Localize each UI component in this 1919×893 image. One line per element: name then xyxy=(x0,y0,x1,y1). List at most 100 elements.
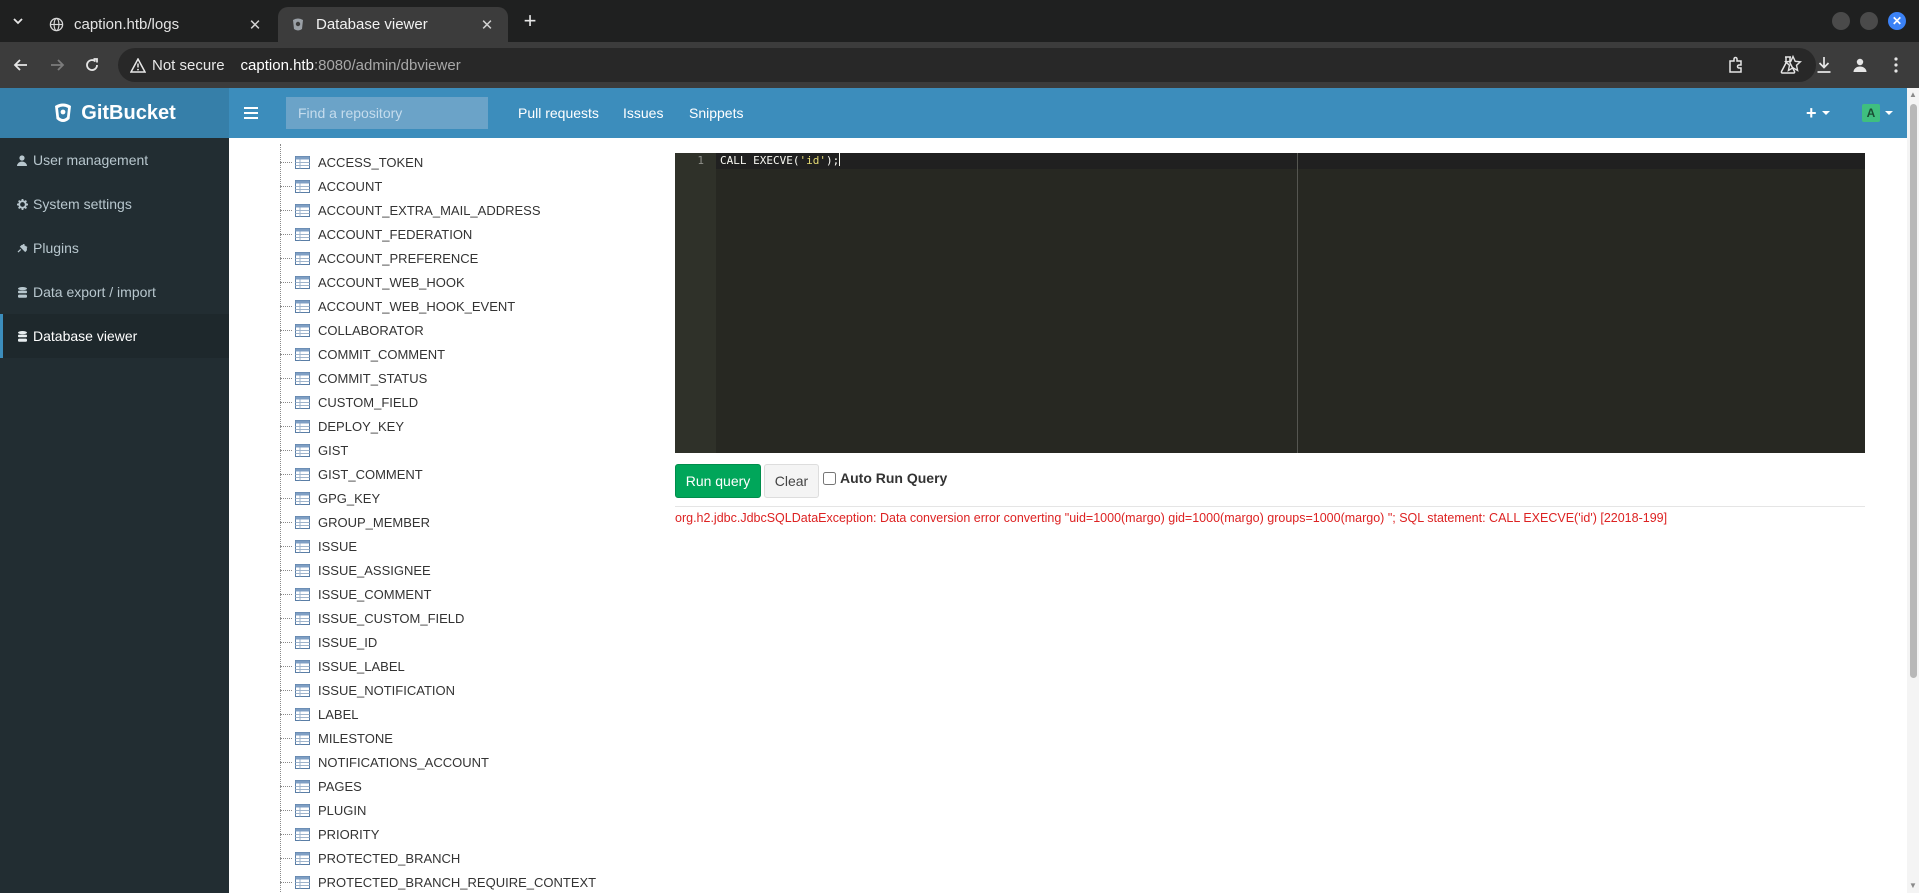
tree-item-table[interactable]: PAGES xyxy=(280,774,660,798)
table-icon xyxy=(295,491,310,505)
tree-item-table[interactable]: ACCESS_TOKEN xyxy=(280,150,660,174)
download-icon[interactable] xyxy=(1812,53,1836,77)
tree-connector xyxy=(280,713,292,715)
tree-item-label: ISSUE xyxy=(318,538,358,554)
maximize-window-button[interactable] xyxy=(1860,12,1878,30)
minimize-window-button[interactable] xyxy=(1832,12,1850,30)
tree-item-table[interactable]: PROTECTED_BRANCH xyxy=(280,846,660,870)
nav-link-issues[interactable]: Issues xyxy=(623,88,663,138)
tree-item-table[interactable]: GIST_COMMENT xyxy=(280,462,660,486)
auto-run-checkbox[interactable] xyxy=(823,471,836,485)
tree-item-table[interactable]: COMMIT_STATUS xyxy=(280,366,660,390)
code-line[interactable]: CALL EXECVE('id'); xyxy=(720,153,841,169)
tree-item-table[interactable]: ACCOUNT_PREFERENCE xyxy=(280,246,660,270)
sidebar-item-database-viewer[interactable]: Database viewer xyxy=(0,314,229,358)
flask-icon[interactable] xyxy=(1776,53,1800,77)
sidebar-item-data-export-import[interactable]: Data export / import xyxy=(0,270,229,314)
tree-item-label: PROTECTED_BRANCH xyxy=(318,850,461,866)
sidebar-item-label: Plugins xyxy=(33,240,79,256)
tree-item-table[interactable]: NOTIFICATIONS_ACCOUNT xyxy=(280,750,660,774)
database-icon xyxy=(16,286,28,298)
kebab-menu-icon[interactable] xyxy=(1884,53,1908,77)
clear-button[interactable]: Clear xyxy=(764,464,819,498)
tree-connector xyxy=(280,401,292,403)
browser-tab-logs[interactable]: caption.htb/logs ✕ xyxy=(36,7,276,42)
reload-icon[interactable] xyxy=(80,53,104,77)
tree-item-table[interactable]: LABEL xyxy=(280,702,660,726)
tree-connector xyxy=(280,593,292,595)
sidebar-item-system-settings[interactable]: System settings xyxy=(0,182,229,226)
tree-item-label: COMMIT_COMMENT xyxy=(318,346,446,362)
user-menu-dropdown[interactable]: A xyxy=(1862,102,1893,124)
nav-link-snippets[interactable]: Snippets xyxy=(689,88,743,138)
scroll-up-arrow-icon[interactable]: ▲ xyxy=(1909,91,1917,99)
tree-item-table[interactable]: PRIORITY xyxy=(280,822,660,846)
tree-item-label: ISSUE_ASSIGNEE xyxy=(318,562,431,578)
address-bar[interactable]: Not secure caption.htb:8080/admin/dbview… xyxy=(118,48,1816,82)
close-icon[interactable]: ✕ xyxy=(246,16,264,34)
scrollbar-thumb[interactable] xyxy=(1910,104,1917,678)
tree-item-table[interactable]: ISSUE_NOTIFICATION xyxy=(280,678,660,702)
back-arrow-icon[interactable] xyxy=(9,53,33,77)
tab-search-button[interactable] xyxy=(5,10,31,32)
tree-item-table[interactable]: ISSUE_CUSTOM_FIELD xyxy=(280,606,660,630)
new-tab-plus-icon[interactable]: + xyxy=(518,8,542,33)
auto-run-query-toggle[interactable]: Auto Run Query xyxy=(823,469,947,487)
table-icon xyxy=(295,299,310,313)
close-window-button[interactable]: ✕ xyxy=(1888,12,1906,30)
sidebar-item-plugins[interactable]: Plugins xyxy=(0,226,229,270)
tree-item-table[interactable]: GPG_KEY xyxy=(280,486,660,510)
browser-tab-database-viewer[interactable]: Database viewer ✕ xyxy=(278,7,508,42)
table-icon xyxy=(295,203,310,217)
tree-item-table[interactable]: MILESTONE xyxy=(280,726,660,750)
tree-item-table[interactable]: ISSUE_ID xyxy=(280,630,660,654)
tree-item-table[interactable]: ACCOUNT xyxy=(280,174,660,198)
tree-item-table[interactable]: ACCOUNT_FEDERATION xyxy=(280,222,660,246)
profile-icon[interactable] xyxy=(1848,53,1872,77)
browser-toolbar: Not secure caption.htb:8080/admin/dbview… xyxy=(0,42,1919,88)
tree-item-label: ACCOUNT_WEB_HOOK xyxy=(318,274,465,290)
tree-item-label: CUSTOM_FIELD xyxy=(318,394,419,410)
hamburger-menu-icon[interactable] xyxy=(240,102,262,124)
tree-item-table[interactable]: PROTECTED_BRANCH_REQUIRE_CONTEXT xyxy=(280,870,660,893)
tree-item-label: GIST_COMMENT xyxy=(318,466,423,482)
tree-item-table[interactable]: ACCOUNT_WEB_HOOK xyxy=(280,270,660,294)
tree-item-table[interactable]: COMMIT_COMMENT xyxy=(280,342,660,366)
tree-item-table[interactable]: ISSUE_LABEL xyxy=(280,654,660,678)
repository-search-input[interactable] xyxy=(286,97,488,129)
extensions-icon[interactable] xyxy=(1724,53,1748,77)
nav-link-pull-requests[interactable]: Pull requests xyxy=(518,88,599,138)
active-line-highlight xyxy=(716,153,1865,169)
tree-item-table[interactable]: ISSUE xyxy=(280,534,660,558)
page-scrollbar[interactable]: ▲ ▼ xyxy=(1907,88,1919,893)
tree-item-table[interactable]: ISSUE_COMMENT xyxy=(280,582,660,606)
tree-item-table[interactable]: ACCOUNT_WEB_HOOK_EVENT xyxy=(280,294,660,318)
close-icon[interactable]: ✕ xyxy=(478,16,496,34)
create-new-dropdown[interactable]: + xyxy=(1806,102,1830,124)
sidebar-item-user-management[interactable]: User management xyxy=(0,138,229,182)
brand-link[interactable]: GitBucket xyxy=(0,88,229,138)
tree-item-table[interactable]: ISSUE_ASSIGNEE xyxy=(280,558,660,582)
sql-editor[interactable]: 1 CALL EXECVE('id'); xyxy=(675,153,1865,453)
tree-item-table[interactable]: COLLABORATOR xyxy=(280,318,660,342)
tree-item-table[interactable]: GROUP_MEMBER xyxy=(280,510,660,534)
tree-connector xyxy=(280,689,292,691)
tree-connector xyxy=(280,233,292,235)
security-indicator[interactable]: Not secure xyxy=(130,57,225,74)
tree-item-table[interactable]: PLUGIN xyxy=(280,798,660,822)
tree-item-table[interactable]: ACCOUNT_EXTRA_MAIL_ADDRESS xyxy=(280,198,660,222)
tree-item-table[interactable]: GIST xyxy=(280,438,660,462)
text-cursor xyxy=(839,153,841,166)
print-margin xyxy=(1297,153,1298,453)
tree-item-label: ACCESS_TOKEN xyxy=(318,154,424,170)
table-icon xyxy=(295,683,310,697)
run-query-button[interactable]: Run query xyxy=(675,464,761,498)
tree-item-label: GROUP_MEMBER xyxy=(318,514,430,530)
tree-item-table[interactable]: DEPLOY_KEY xyxy=(280,414,660,438)
warning-triangle-icon xyxy=(130,57,146,73)
tree-connector xyxy=(280,665,292,667)
scroll-down-arrow-icon[interactable]: ▼ xyxy=(1909,882,1917,890)
tree-item-table[interactable]: CUSTOM_FIELD xyxy=(280,390,660,414)
forward-arrow-icon[interactable] xyxy=(45,53,69,77)
tree-item-label: ACCOUNT_WEB_HOOK_EVENT xyxy=(318,298,516,314)
